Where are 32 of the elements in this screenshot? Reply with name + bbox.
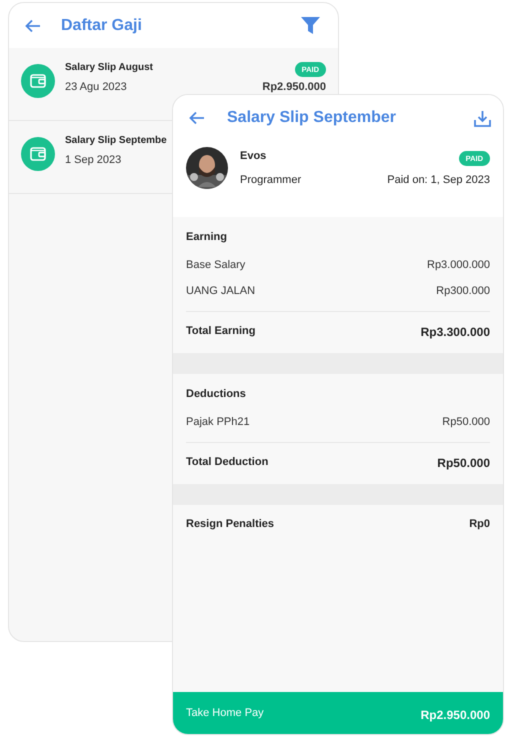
screen-title: Daftar Gaji (61, 16, 143, 34)
item-amount: Rp300.000 (436, 285, 490, 297)
take-home-amount: Rp2.950.000 (420, 707, 490, 722)
section-title: Earning (186, 230, 228, 245)
take-home-label: Take Home Pay (186, 707, 264, 719)
item-label: Pajak PPh21 (186, 416, 250, 428)
employee-name: Evos (240, 150, 268, 162)
total-label: Total Deduction (186, 456, 268, 470)
penalty-label: Resign Penalties (186, 518, 274, 530)
slip-date: 23 Agu 2023 (65, 81, 127, 93)
paid-date: Paid on: 1, Sep 2023 (387, 174, 490, 186)
back-arrow-icon[interactable] (25, 18, 41, 32)
screen-title: Salary Slip September (227, 109, 397, 127)
employee-role: Programmer (240, 174, 302, 186)
section-title: Deductions (186, 387, 247, 402)
slip-title: Salary Slip Septembe (65, 135, 167, 146)
total-label: Total Earning (186, 325, 256, 339)
total-amount: Rp50.000 (437, 456, 490, 470)
slip-title: Salary Slip August (65, 62, 153, 73)
wallet-icon (21, 64, 55, 98)
item-label: UANG JALAN (186, 285, 256, 297)
slip-amount: Rp2.950.000 (262, 81, 326, 93)
item-amount: Rp50.000 (442, 416, 490, 428)
total-amount: Rp3.300.000 (420, 325, 490, 339)
filter-icon[interactable] (301, 17, 320, 34)
item-label: Base Salary (186, 259, 246, 271)
item-amount: Rp3.000.000 (427, 259, 490, 271)
slip-date: 1 Sep 2023 (65, 154, 122, 166)
wallet-icon (21, 137, 55, 171)
penalty-amount: Rp0 (469, 518, 490, 530)
back-arrow-icon[interactable] (189, 111, 205, 125)
download-icon[interactable] (474, 110, 491, 126)
